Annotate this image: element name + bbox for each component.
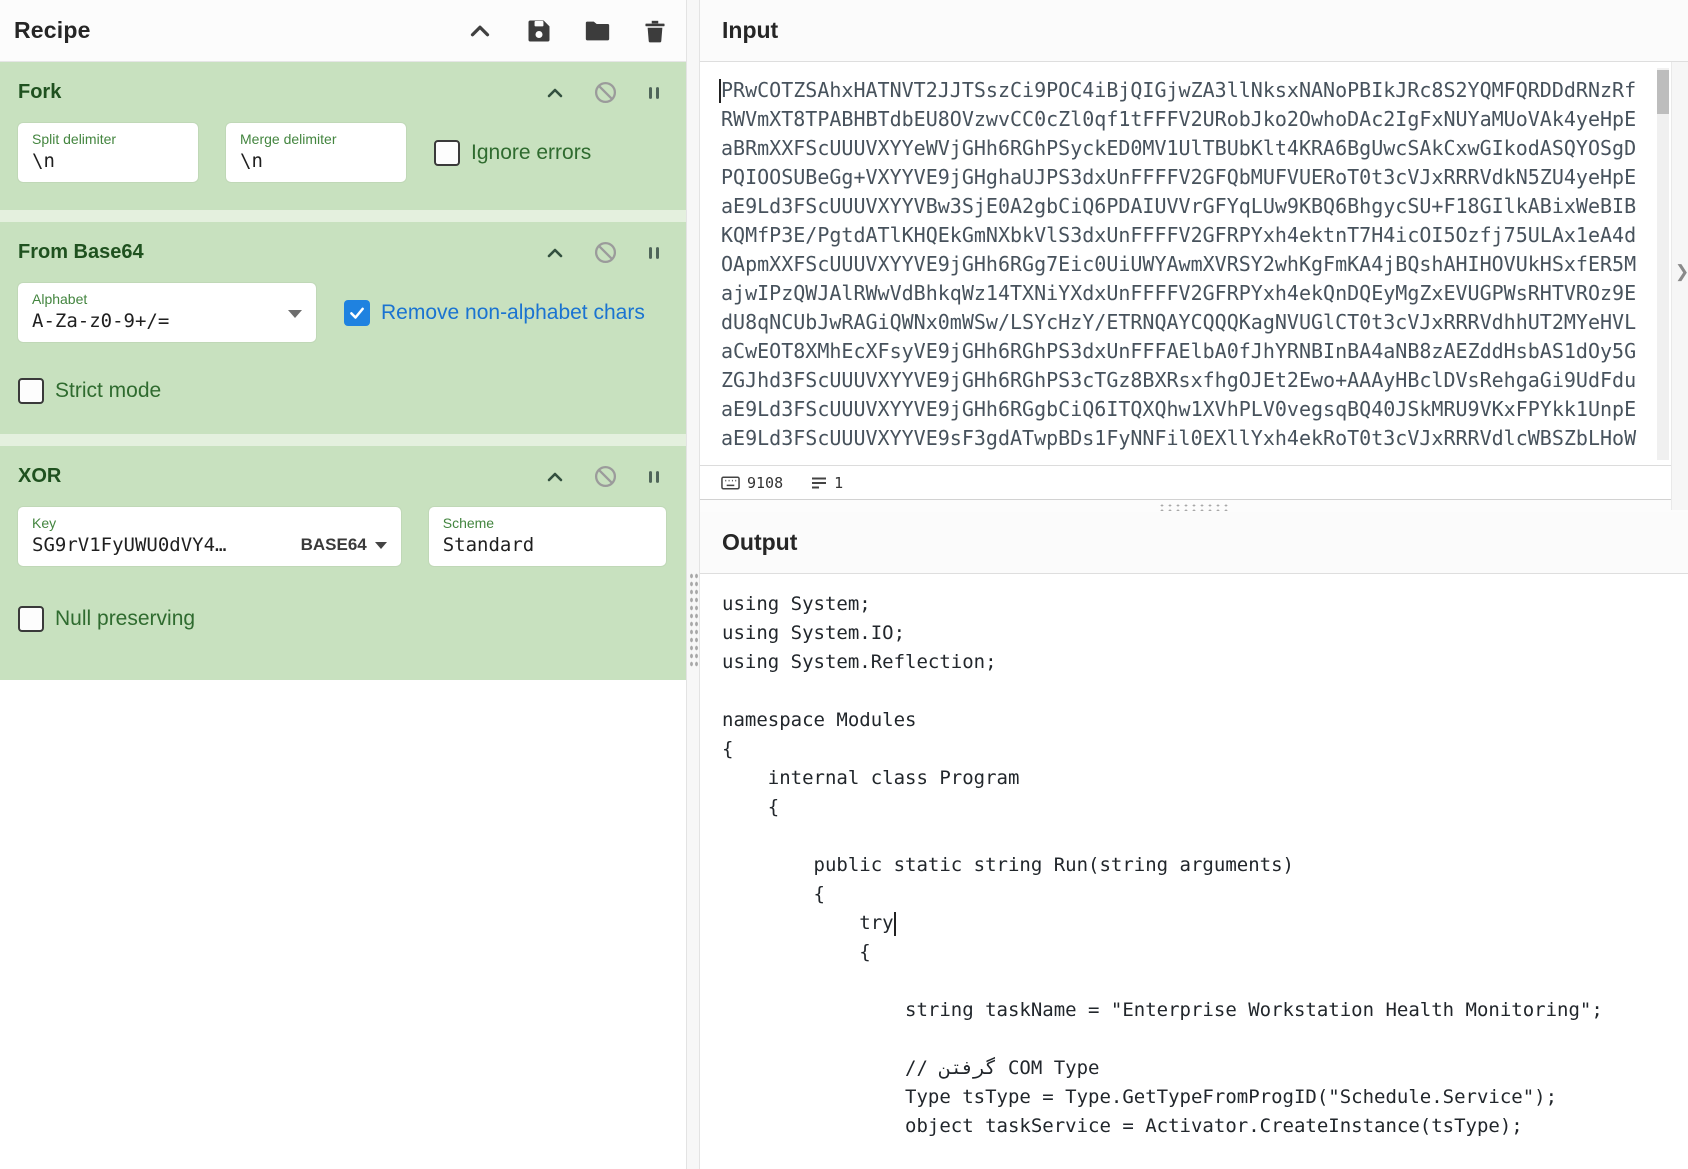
io-splitter-horizontal[interactable] [700,499,1688,512]
input-text[interactable]: PRwCOTZSAhxHATNVT2JJTSszCi9POC4iBjQIGjwZ… [700,62,1688,453]
collapse-args-icon[interactable] [543,81,567,105]
arg-value: \n [240,150,392,172]
input-area[interactable]: PRwCOTZSAhxHATNVT2JJTSszCi9POC4iBjQIGjwZ… [700,62,1688,465]
arg-label: Scheme [443,515,652,531]
key-format-value: BASE64 [301,535,367,555]
splitter-drag-handle[interactable] [1158,503,1230,511]
splitter-drag-handle[interactable] [689,572,698,668]
output-area[interactable]: using System; using System.IO; using Sys… [700,574,1688,1169]
panel-splitter-vertical[interactable] [686,0,700,1169]
load-recipe-folder-icon[interactable] [583,17,612,45]
recipe-panel-title: Recipe [14,17,91,44]
remove-non-alphabet-checkbox-row: Remove non-alphabet chars [344,300,645,326]
key-format-select[interactable]: BASE64 [301,535,387,555]
recipe-operation-list: Fork Split delimiter \n Merge delimiter [0,62,686,680]
checkbox-label: Ignore errors [471,141,591,165]
chevron-down-icon [288,310,302,318]
output-text-caret [894,912,896,936]
checkbox-label: Null preserving [55,607,195,631]
operation-title: From Base64 [18,241,144,264]
operation-fork[interactable]: Fork Split delimiter \n Merge delimiter [0,62,686,210]
check-icon [348,304,366,322]
clear-recipe-trash-icon[interactable] [642,17,668,45]
null-preserving-checkbox-row: Null preserving [18,606,666,632]
disable-operation-icon[interactable] [593,464,618,489]
operation-xor[interactable]: XOR Key SG9rV1FyUWU0dVY4… BAS [0,446,686,680]
recipe-panel: Recipe Fork [0,0,686,1169]
char-count-item: 9108 [721,474,783,492]
alphabet-dropdown[interactable]: Alphabet A-Za-z0-9+/= [18,283,316,342]
collapse-args-icon[interactable] [543,465,567,489]
strict-mode-checkbox[interactable] [18,378,44,404]
breakpoint-pause-icon[interactable] [644,466,664,488]
chevron-down-icon [375,542,387,549]
null-preserving-checkbox[interactable] [18,606,44,632]
xor-scheme-field[interactable]: Scheme Standard [429,507,666,566]
checkbox-label: Remove non-alphabet chars [381,301,645,325]
arg-value: SG9rV1FyUWU0dVY4… [32,534,226,556]
input-scrollbar-thumb[interactable] [1657,70,1669,114]
arg-label: Alphabet [32,291,302,307]
split-delimiter-field[interactable]: Split delimiter \n [18,123,198,182]
arg-value: Standard [443,534,652,556]
output-header: Output [700,512,1688,574]
character-count-icon [721,476,740,490]
strict-mode-checkbox-row: Strict mode [18,378,666,404]
output-title: Output [722,529,797,556]
arg-value: \n [32,150,184,172]
input-status-bar: 9108 1 [700,465,1688,499]
operation-from-base64[interactable]: From Base64 Alphabet A-Za-z0-9+/= [0,222,686,434]
save-recipe-icon[interactable] [525,17,553,45]
arg-label: Merge delimiter [240,131,392,147]
remove-non-alphabet-checkbox[interactable] [344,300,370,326]
line-count-item: 1 [811,474,843,492]
operation-title: XOR [18,465,61,488]
breakpoint-pause-icon[interactable] [644,242,664,264]
merge-delimiter-field[interactable]: Merge delimiter \n [226,123,406,182]
right-edge-strip: ❯ [1671,62,1688,510]
char-count-value: 9108 [747,474,783,492]
input-scrollbar[interactable] [1657,68,1669,460]
collapse-args-icon[interactable] [543,241,567,265]
chevron-right-icon[interactable]: ❯ [1675,262,1688,282]
arg-label: Key [32,515,387,531]
arg-value: A-Za-z0-9+/= [32,310,302,332]
ignore-errors-checkbox[interactable] [434,140,460,166]
arg-label: Split delimiter [32,131,184,147]
ignore-errors-checkbox-row: Ignore errors [434,140,591,166]
collapse-panel-icon[interactable] [465,16,495,46]
io-panel: Input PRwCOTZSAhxHATNVT2JJTSszCi9POC4iBj… [700,0,1688,1169]
cyberchef-app: Recipe Fork [0,0,1688,1169]
input-header: Input [700,0,1688,62]
operation-title: Fork [18,81,61,104]
input-text-caret [719,79,721,103]
disable-operation-icon[interactable] [593,80,618,105]
recipe-header: Recipe [0,0,686,62]
checkbox-label: Strict mode [55,379,161,403]
line-count-value: 1 [834,474,843,492]
breakpoint-pause-icon[interactable] [644,82,664,104]
output-text[interactable]: using System; using System.IO; using Sys… [700,574,1688,1141]
line-count-icon [811,476,827,490]
disable-operation-icon[interactable] [593,240,618,265]
input-title: Input [722,17,778,44]
xor-key-field[interactable]: Key SG9rV1FyUWU0dVY4… BASE64 [18,507,401,566]
